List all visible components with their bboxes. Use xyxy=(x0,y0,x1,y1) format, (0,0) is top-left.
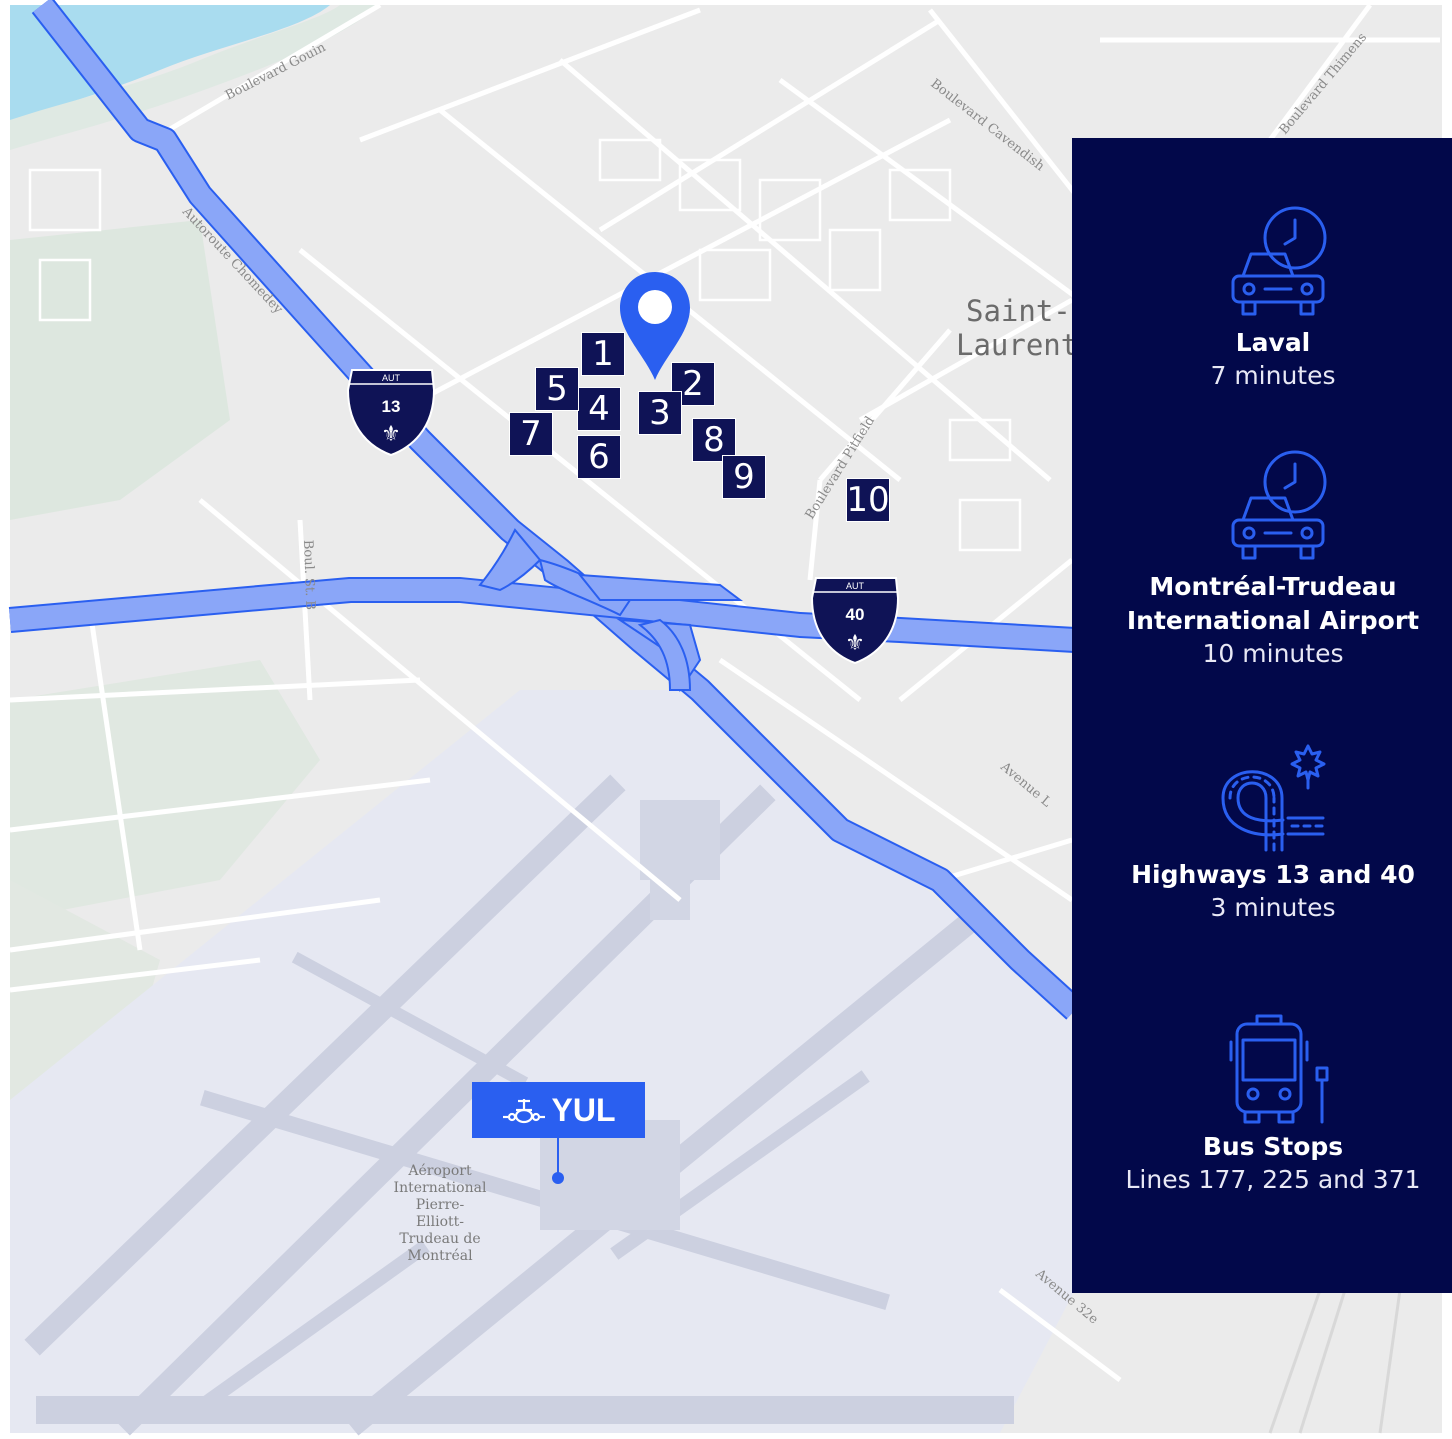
car-clock-icon xyxy=(1231,206,1327,316)
lot-marker-7[interactable]: 7 xyxy=(509,412,553,456)
info-airport: Montréal-Trudeau International Airport 1… xyxy=(1038,450,1452,670)
bus-stop-icon xyxy=(1229,1014,1329,1124)
airplane-icon xyxy=(502,1099,545,1124)
info-detail: 7 minutes xyxy=(1210,361,1336,390)
lot-marker-1[interactable]: 1 xyxy=(581,332,625,376)
car-clock-icon xyxy=(1231,450,1327,560)
info-detail: 10 minutes xyxy=(1202,639,1344,668)
info-panel: Laval 7 minutes Montréal-Trudeau Interna… xyxy=(1072,138,1452,1293)
airport-marker[interactable]: YUL xyxy=(472,1082,645,1138)
info-detail: Lines 177, 225 and 371 xyxy=(1125,1165,1421,1194)
fleur-de-lis-icon: ⚜ xyxy=(381,422,401,447)
airport-marker-dot xyxy=(552,1172,564,1184)
info-title: Laval xyxy=(1235,328,1311,357)
info-bus-stops: Bus Stops Lines 177, 225 and 371 xyxy=(1038,1010,1452,1196)
airport-name-label: Aéroport International Pierre- Elliott- … xyxy=(393,1163,487,1264)
svg-text:AUT: AUT xyxy=(382,373,401,383)
airport-marker-line xyxy=(557,1138,559,1176)
info-laval: Laval 7 minutes xyxy=(1038,206,1452,392)
svg-text:40: 40 xyxy=(846,605,865,624)
info-detail: 3 minutes xyxy=(1210,893,1336,922)
svg-text:AUT: AUT xyxy=(846,581,865,591)
lot-marker-4[interactable]: 4 xyxy=(577,387,621,431)
airport-code: YUL xyxy=(551,1091,616,1128)
fleur-de-lis-icon: ⚜ xyxy=(845,631,865,656)
lot-marker-5[interactable]: 5 xyxy=(535,367,579,411)
lot-marker-10[interactable]: 10 xyxy=(846,478,890,522)
info-title: International Airport xyxy=(1126,606,1420,635)
info-highways: Highways 13 and 40 3 minutes xyxy=(1038,738,1452,924)
info-title: Montréal-Trudeau xyxy=(1149,572,1397,601)
info-title: Bus Stops xyxy=(1202,1132,1344,1161)
svg-text:13: 13 xyxy=(382,397,401,416)
lot-marker-9[interactable]: 9 xyxy=(722,455,766,499)
road-label: Boul. St. B xyxy=(300,540,317,611)
lot-marker-6[interactable]: 6 xyxy=(577,435,621,479)
highway-interchange-icon xyxy=(1221,744,1326,852)
lot-marker-3[interactable]: 3 xyxy=(638,391,682,435)
info-title: Highways 13 and 40 xyxy=(1131,860,1415,889)
